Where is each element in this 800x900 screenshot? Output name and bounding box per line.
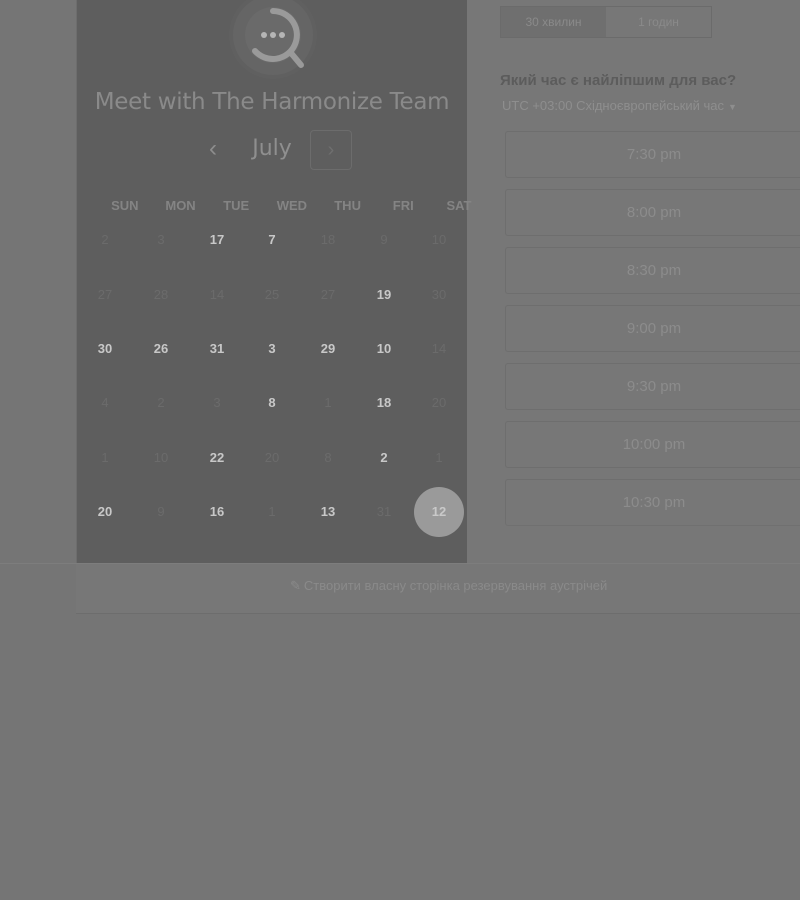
calendar-day: 4 bbox=[101, 395, 109, 410]
calendar-day[interactable]: 2 bbox=[359, 433, 409, 483]
tab-1-hour[interactable]: 1 годин bbox=[606, 7, 711, 37]
booking-page: Meet with The Harmonize Team ‹ July › SU… bbox=[0, 0, 800, 900]
month-label: July bbox=[252, 136, 292, 161]
team-title: Meet with The Harmonize Team bbox=[94, 89, 450, 115]
calendar-day[interactable]: 3 bbox=[247, 324, 297, 374]
calendar-day: 1 bbox=[435, 450, 443, 465]
timezone-label: UTC +03:00 Східноєвропейський час bbox=[502, 98, 724, 113]
calendar-day[interactable]: 16 bbox=[192, 487, 242, 537]
calendar-day: 1 bbox=[101, 450, 109, 465]
calendar-day: 1 bbox=[268, 504, 276, 519]
weekday-label: THU bbox=[334, 198, 361, 213]
calendar-day: 27 bbox=[97, 287, 113, 302]
magic-wand-icon: ✎ bbox=[290, 578, 301, 593]
calendar-day[interactable]: 13 bbox=[303, 487, 353, 537]
calendar-day[interactable]: 7 bbox=[247, 215, 297, 265]
calendar-day: 14 bbox=[431, 341, 447, 356]
create-booking-page-label: Створити власну сторінка резервування ау… bbox=[303, 578, 608, 593]
time-slot-button[interactable]: 10:00 pm bbox=[505, 421, 800, 468]
calendar-day[interactable]: 18 bbox=[359, 378, 409, 428]
calendar-day[interactable]: 10 bbox=[359, 324, 409, 374]
calendar-day: 25 bbox=[264, 287, 280, 302]
calendar-day[interactable]: 29 bbox=[303, 324, 353, 374]
chevron-right-icon: › bbox=[327, 139, 335, 161]
calendar-day: 10 bbox=[431, 232, 447, 247]
calendar-day-selected[interactable]: 12 bbox=[414, 487, 464, 537]
divider bbox=[0, 563, 76, 564]
prev-month-button[interactable]: ‹ bbox=[199, 136, 227, 164]
weekday-header: SUN MON TUE WED THU FRI SAT bbox=[77, 198, 471, 213]
calendar-day: 3 bbox=[213, 395, 221, 410]
weekday-label: SUN bbox=[111, 198, 139, 213]
month-navigation: ‹ July › bbox=[77, 128, 467, 174]
calendar-day: 1 bbox=[324, 395, 332, 410]
weekday-label: TUE bbox=[223, 198, 250, 213]
duration-tabs: 30 хвилин 1 годин bbox=[500, 6, 712, 38]
calendar-day[interactable]: 19 bbox=[359, 270, 409, 320]
time-slot-button[interactable]: 8:30 pm bbox=[505, 247, 800, 294]
chat-bubble-icon bbox=[233, 0, 313, 75]
weekday-label: WED bbox=[276, 198, 308, 213]
time-slot-button[interactable]: 9:30 pm bbox=[505, 363, 800, 410]
calendar-day[interactable]: 20 bbox=[80, 487, 130, 537]
weekday-label: MON bbox=[165, 198, 196, 213]
calendar-day: 20 bbox=[264, 450, 280, 465]
next-month-button[interactable]: › bbox=[310, 130, 352, 170]
calendar-day[interactable]: 17 bbox=[192, 215, 242, 265]
create-booking-page-link[interactable]: ✎ Створити власну сторінка резервування а… bbox=[290, 578, 607, 594]
calendar-day[interactable]: 22 bbox=[192, 433, 242, 483]
calendar-day: 3 bbox=[157, 232, 165, 247]
caret-down-icon: ▼ bbox=[727, 102, 737, 112]
time-slot-button[interactable]: 7:30 pm bbox=[505, 131, 800, 178]
calendar-day: 30 bbox=[431, 287, 447, 302]
calendar-day: 31 bbox=[376, 504, 392, 519]
weekday-label: FRI bbox=[392, 198, 414, 213]
timezone-selector[interactable]: UTC +03:00 Східноєвропейський час ▼ bbox=[502, 98, 737, 113]
calendar-day: 10 bbox=[153, 450, 169, 465]
calendar-day: 9 bbox=[157, 504, 165, 519]
calendar-day[interactable]: 30 bbox=[80, 324, 130, 374]
chevron-left-icon: ‹ bbox=[209, 135, 217, 162]
calendar-day[interactable]: 31 bbox=[192, 324, 242, 374]
calendar-day: 2 bbox=[157, 395, 165, 410]
calendar-day: 9 bbox=[380, 232, 388, 247]
calendar-day: 8 bbox=[324, 450, 332, 465]
calendar-day: 20 bbox=[431, 395, 447, 410]
calendar-day: 18 bbox=[320, 232, 336, 247]
calendar-day: 14 bbox=[209, 287, 225, 302]
time-slot-button[interactable]: 8:00 pm bbox=[505, 189, 800, 236]
time-question-heading: Який час є найліпшим для вас? bbox=[500, 72, 737, 89]
time-slot-button[interactable]: 9:00 pm bbox=[505, 305, 800, 352]
slot-list-fade bbox=[467, 515, 800, 563]
calendar-day: 2 bbox=[101, 232, 109, 247]
tab-30-minutes[interactable]: 30 хвилин bbox=[501, 7, 606, 37]
calendar-day[interactable]: 8 bbox=[247, 378, 297, 428]
calendar-day[interactable]: 26 bbox=[136, 324, 186, 374]
calendar-day: 28 bbox=[153, 287, 169, 302]
calendar-day: 27 bbox=[320, 287, 336, 302]
